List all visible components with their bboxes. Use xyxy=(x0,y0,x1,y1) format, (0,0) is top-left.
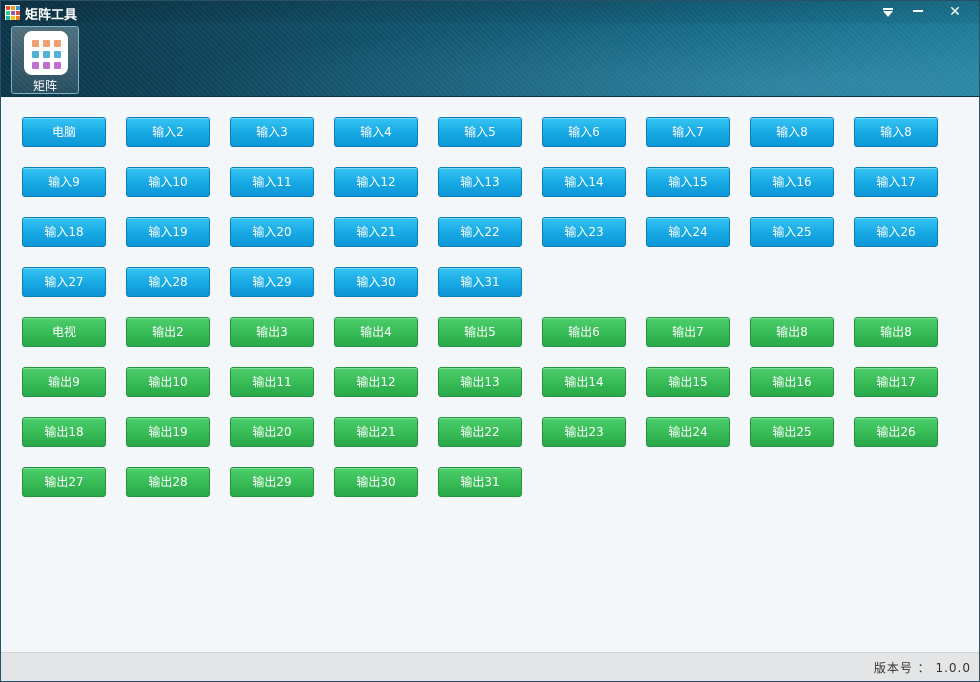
input-button[interactable]: 输入6 xyxy=(542,117,626,147)
output-button[interactable]: 输出5 xyxy=(438,317,522,347)
input-button[interactable]: 输入14 xyxy=(542,167,626,197)
output-button[interactable]: 输出8 xyxy=(750,317,834,347)
output-button[interactable]: 电视 xyxy=(22,317,106,347)
matrix-grid-icon xyxy=(24,31,68,75)
matrix-tool-button[interactable]: 矩阵 xyxy=(11,26,79,94)
status-bar: 版本号 ： 1.0.0 xyxy=(1,652,979,681)
input-button[interactable]: 输入30 xyxy=(334,267,418,297)
output-button[interactable]: 输出12 xyxy=(334,367,418,397)
output-button[interactable]: 输出23 xyxy=(542,417,626,447)
output-button[interactable]: 输出24 xyxy=(646,417,730,447)
input-button[interactable]: 输入17 xyxy=(854,167,938,197)
app-window: 矩阵工具 ✕ 矩阵 电脑 输入2 输入3 输入4 输入5 输入6 输入7 输入8… xyxy=(0,0,980,682)
input-button[interactable]: 输入3 xyxy=(230,117,314,147)
close-icon: ✕ xyxy=(949,4,961,20)
close-button[interactable]: ✕ xyxy=(940,1,970,23)
input-button[interactable]: 输入12 xyxy=(334,167,418,197)
input-button[interactable]: 输入21 xyxy=(334,217,418,247)
output-button[interactable]: 输出20 xyxy=(230,417,314,447)
input-button[interactable]: 输入8 xyxy=(750,117,834,147)
input-button[interactable]: 电脑 xyxy=(22,117,106,147)
version-label: 版本号 ： 1.0.0 xyxy=(873,661,971,675)
menu-button[interactable] xyxy=(873,1,903,23)
output-button[interactable]: 输出21 xyxy=(334,417,418,447)
output-button[interactable]: 输出28 xyxy=(126,467,210,497)
input-button[interactable]: 输入18 xyxy=(22,217,106,247)
output-button[interactable]: 输出2 xyxy=(126,317,210,347)
input-button[interactable]: 输入11 xyxy=(230,167,314,197)
input-button[interactable]: 输入27 xyxy=(22,267,106,297)
output-button[interactable]: 输出17 xyxy=(854,367,938,397)
output-button[interactable]: 输出27 xyxy=(22,467,106,497)
output-button[interactable]: 输出3 xyxy=(230,317,314,347)
output-button[interactable]: 输出10 xyxy=(126,367,210,397)
title-bar[interactable]: 矩阵工具 ✕ xyxy=(1,1,979,23)
minimize-icon xyxy=(913,10,923,12)
input-button[interactable]: 输入26 xyxy=(854,217,938,247)
input-button[interactable]: 输入29 xyxy=(230,267,314,297)
output-button[interactable]: 输出16 xyxy=(750,367,834,397)
output-button[interactable]: 输出22 xyxy=(438,417,522,447)
input-button[interactable]: 输入16 xyxy=(750,167,834,197)
input-button[interactable]: 输入31 xyxy=(438,267,522,297)
input-button[interactable]: 输入9 xyxy=(22,167,106,197)
input-button[interactable]: 输入19 xyxy=(126,217,210,247)
minimize-button[interactable] xyxy=(903,1,933,23)
output-button[interactable]: 输出6 xyxy=(542,317,626,347)
matrix-grid-icon xyxy=(5,5,20,20)
output-button[interactable]: 输出9 xyxy=(22,367,106,397)
output-button[interactable]: 输出19 xyxy=(126,417,210,447)
output-button[interactable]: 输出30 xyxy=(334,467,418,497)
input-button[interactable]: 输入10 xyxy=(126,167,210,197)
input-button[interactable]: 输入4 xyxy=(334,117,418,147)
input-button[interactable]: 输入22 xyxy=(438,217,522,247)
output-button[interactable]: 输出29 xyxy=(230,467,314,497)
matrix-button-grid: 电脑 输入2 输入3 输入4 输入5 输入6 输入7 输入8 输入8 输入9 输入10 输入11 输入1… xyxy=(1,98,979,652)
output-button[interactable]: 输出14 xyxy=(542,367,626,397)
output-button[interactable]: 输出25 xyxy=(750,417,834,447)
output-button[interactable]: 输出31 xyxy=(438,467,522,497)
output-button[interactable]: 输出8 xyxy=(854,317,938,347)
input-button[interactable]: 输入7 xyxy=(646,117,730,147)
output-button[interactable]: 输出4 xyxy=(334,317,418,347)
input-button[interactable]: 输入13 xyxy=(438,167,522,197)
input-button[interactable]: 输入28 xyxy=(126,267,210,297)
output-button[interactable]: 输出7 xyxy=(646,317,730,347)
output-button[interactable]: 输出15 xyxy=(646,367,730,397)
header-banner: 矩阵工具 ✕ 矩阵 xyxy=(1,1,979,97)
input-button[interactable]: 输入24 xyxy=(646,217,730,247)
matrix-tool-label: 矩阵 xyxy=(32,79,57,93)
input-button[interactable]: 输入25 xyxy=(750,217,834,247)
input-button[interactable]: 输入8 xyxy=(854,117,938,147)
input-button[interactable]: 输入2 xyxy=(126,117,210,147)
output-button[interactable]: 输出11 xyxy=(230,367,314,397)
input-button[interactable]: 输入23 xyxy=(542,217,626,247)
window-title: 矩阵工具 xyxy=(25,8,78,23)
input-button[interactable]: 输入20 xyxy=(230,217,314,247)
input-button[interactable]: 输入5 xyxy=(438,117,522,147)
output-button[interactable]: 输出26 xyxy=(854,417,938,447)
input-button[interactable]: 输入15 xyxy=(646,167,730,197)
dropdown-menu-icon xyxy=(883,8,893,17)
output-button[interactable]: 输出18 xyxy=(22,417,106,447)
output-button[interactable]: 输出13 xyxy=(438,367,522,397)
